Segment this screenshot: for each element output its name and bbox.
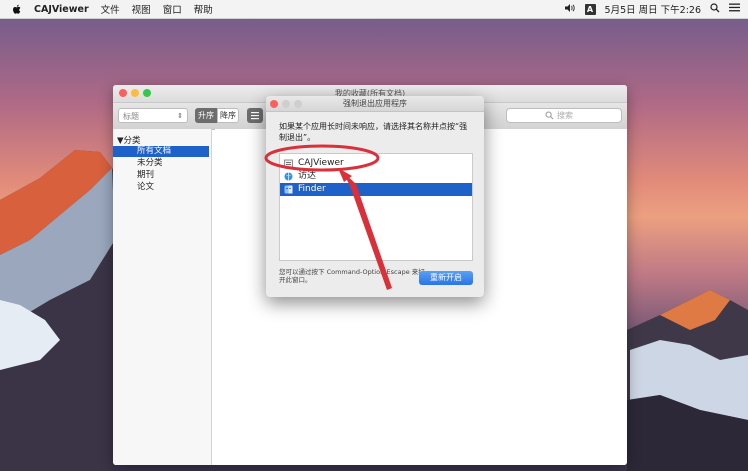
force-quit-title: 强制退出应用程序	[343, 99, 407, 108]
app-row-finder-zh[interactable]: 访达	[280, 170, 472, 183]
running-apps-list[interactable]: CAJViewer 访达 Finder	[279, 153, 473, 261]
app-row-label: Finder	[298, 184, 326, 194]
app-row-label: 访达	[298, 171, 317, 181]
sidebar-group-category[interactable]: ▼分类	[117, 134, 141, 146]
list-view-icon	[251, 112, 259, 120]
force-quit-shortcut-hint: 您可以通过按下 Command-Option-Escape 来打开此窗口。	[279, 268, 425, 284]
force-quit-zoom-button	[294, 99, 302, 108]
app-row-label: CAJViewer	[298, 158, 344, 168]
menu-window[interactable]: 窗口	[163, 2, 182, 16]
force-quit-dialog: 强制退出应用程序 如果某个应用长时间未响应，请选择其名称并点按“强制退出”。 C…	[266, 96, 484, 297]
finder-icon	[284, 185, 293, 194]
sidebar-item-uncategorized[interactable]: 未分类	[113, 158, 209, 169]
finder-face-icon	[284, 172, 293, 181]
sort-descending-button[interactable]: 降序	[217, 108, 239, 123]
force-quit-titlebar: 强制退出应用程序	[266, 96, 484, 112]
chevron-updown-icon: ⇕	[177, 112, 183, 120]
zoom-window-button[interactable]	[143, 89, 151, 97]
app-row-cajviewer[interactable]: CAJViewer	[280, 157, 472, 170]
category-sidebar: ▼分类 所有文档 未分类 期刊 论文	[113, 129, 212, 465]
sidebar-item-journals[interactable]: 期刊	[113, 170, 209, 181]
apple-icon[interactable]	[12, 4, 24, 15]
document-search-input[interactable]: 搜索	[506, 108, 622, 123]
sort-ascending-button[interactable]: 升序	[195, 108, 217, 123]
sidebar-item-theses[interactable]: 论文	[113, 182, 209, 193]
sort-field-value: 标题	[123, 112, 139, 121]
magnifier-icon	[545, 111, 554, 124]
clock[interactable]: 5月5日 周日 下午2:26	[605, 2, 701, 16]
input-method-badge[interactable]: A	[584, 3, 596, 15]
app-row-finder[interactable]: Finder	[280, 183, 472, 196]
force-quit-instruction: 如果某个应用长时间未响应，请选择其名称并点按“强制退出”。	[279, 122, 468, 142]
force-quit-minimize-button	[282, 99, 290, 108]
menu-view[interactable]: 视图	[132, 2, 151, 16]
menubar-app-name[interactable]: CAJViewer	[34, 4, 89, 15]
cajviewer-app-icon	[284, 159, 293, 168]
search-placeholder: 搜索	[557, 111, 573, 120]
force-quit-close-button[interactable]	[270, 99, 278, 108]
view-toggle-button[interactable]	[247, 108, 263, 123]
menu-file[interactable]: 文件	[101, 2, 120, 16]
relaunch-button[interactable]: 重新开启	[419, 271, 473, 285]
list-menu-icon[interactable]	[729, 3, 740, 15]
volume-icon[interactable]	[564, 3, 576, 16]
close-window-button[interactable]	[119, 89, 127, 97]
menu-help[interactable]: 帮助	[194, 2, 213, 16]
menu-bar: CAJViewer 文件 视图 窗口 帮助 A 5月5日 周日 下午2:26	[0, 0, 748, 19]
search-icon[interactable]	[710, 2, 720, 16]
sidebar-item-all-documents[interactable]: 所有文档	[113, 146, 209, 157]
sort-field-select[interactable]: 标题 ⇕	[118, 108, 188, 123]
minimize-window-button[interactable]	[131, 89, 139, 97]
